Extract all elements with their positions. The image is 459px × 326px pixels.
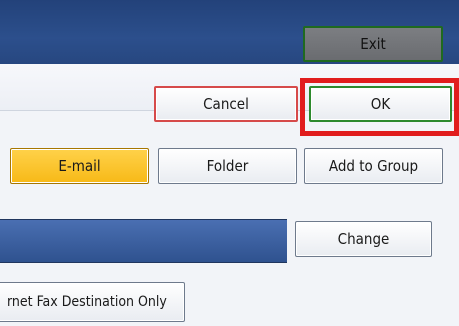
folder-tab-button[interactable]: Folder [158, 148, 297, 184]
internet-fax-destination-only-button[interactable]: rnet Fax Destination Only [0, 282, 185, 322]
change-button[interactable]: Change [295, 221, 432, 257]
add-to-group-button[interactable]: Add to Group [304, 148, 443, 184]
cancel-button[interactable]: Cancel [154, 86, 298, 122]
email-tab-button[interactable]: E-mail [10, 148, 149, 184]
ok-button[interactable]: OK [309, 86, 452, 122]
destination-field[interactable] [0, 219, 287, 263]
exit-button[interactable]: Exit [303, 26, 443, 62]
